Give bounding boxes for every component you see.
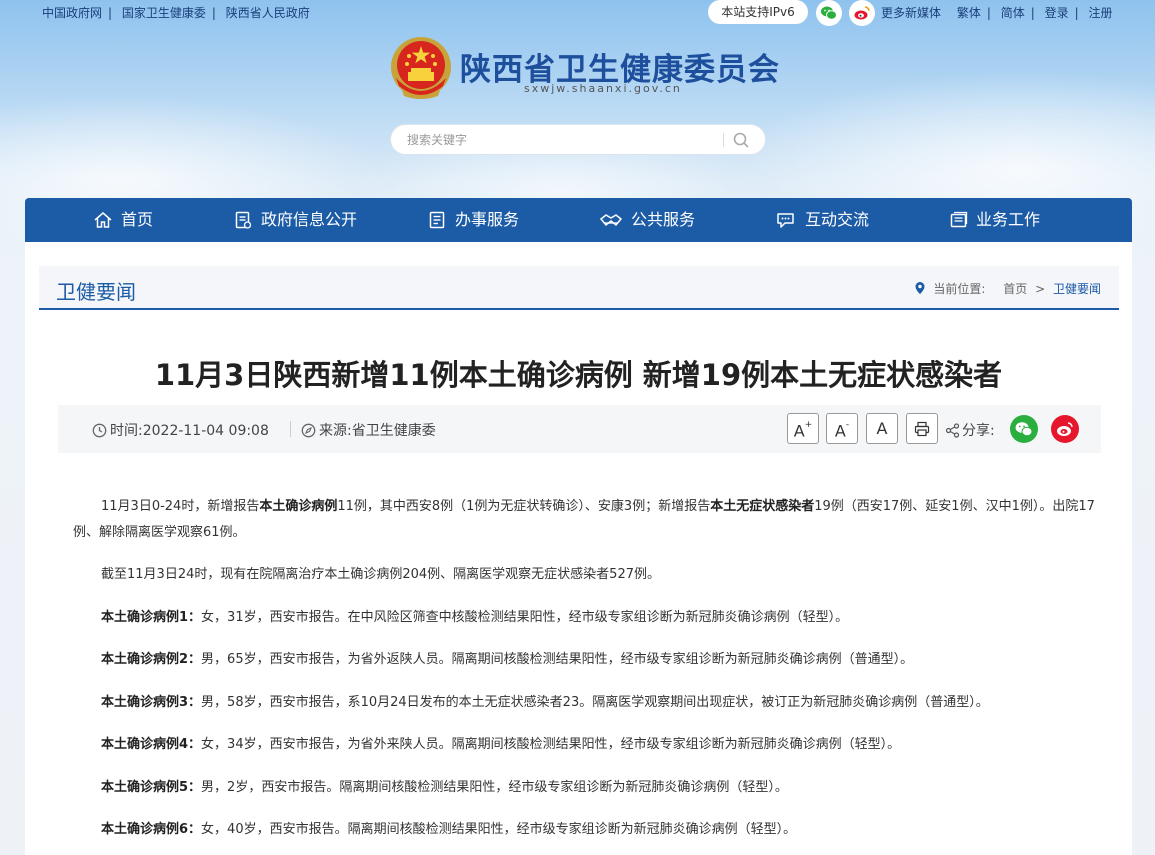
- breadcrumb-prefix: 当前位置:: [933, 282, 986, 296]
- top-bar: 中国政府网 | 国家卫生健康委 | 陕西省人民政府 本站支持IPv6 更多新媒体 繁…: [0, 0, 1155, 26]
- article-paragraph: 本土确诊病例5：男，2岁，西安市报告。隔离期间核酸检测结果阳性，经市级专家组诊断…: [73, 775, 1095, 801]
- font-decrease-button[interactable]: A-: [826, 413, 858, 444]
- article-source: 来源:省卫生健康委: [301, 420, 436, 440]
- weibo-icon: [854, 6, 870, 20]
- nav-label: 公共服务: [631, 210, 696, 229]
- paragraph-bold-text: 本土确诊病例4：: [101, 737, 202, 752]
- nav-label: 互动交流: [805, 210, 870, 229]
- breadcrumb-current[interactable]: 卫健要闻: [1053, 282, 1101, 296]
- source-label: 来源:: [319, 423, 352, 439]
- share-weibo-button[interactable]: [1051, 415, 1079, 443]
- article-paragraph: 本土确诊病例1：女，31岁，西安市报告。在中风险区筛查中核酸检测结果阳性，经市级…: [73, 605, 1095, 631]
- paragraph-text: 男，2岁，西安市报告。隔离期间核酸检测结果阳性，经市级专家组诊断为新冠肺炎确诊病…: [201, 780, 788, 795]
- wechat-top-button[interactable]: [816, 0, 842, 26]
- article-paragraph: 本土确诊病例2：男，65岁，西安市报告，为省外返陕人员。隔离期间核酸检测结果阳性…: [73, 647, 1095, 673]
- time-label: 时间:: [110, 423, 143, 439]
- paragraph-text: 女，34岁，西安市报告，为省外来陕人员。隔离期间核酸检测结果阳性，经市级专家组诊…: [201, 737, 901, 752]
- weibo-top-button[interactable]: [849, 0, 875, 26]
- form-icon: [429, 211, 445, 229]
- link-register[interactable]: 注册: [1089, 6, 1113, 20]
- wechat-icon: [821, 6, 837, 20]
- search-input[interactable]: [407, 131, 707, 149]
- nav-label: 政府信息公开: [261, 210, 358, 229]
- share-label: 分享:: [962, 423, 995, 439]
- print-button[interactable]: [906, 413, 938, 444]
- font-reset-label: A: [876, 419, 888, 438]
- document-list-icon: [235, 211, 252, 229]
- home-icon: [94, 212, 112, 228]
- clock-icon: [92, 423, 107, 438]
- share-area: 分享:: [945, 420, 995, 440]
- site-domain: sxwjw.shaanxi.gov.cn: [524, 82, 682, 95]
- paragraph-text: 女，40岁，西安市报告。隔离期间核酸检测结果阳性，经市级专家组诊断为新冠肺炎确诊…: [201, 822, 797, 837]
- nav-label: 业务工作: [976, 210, 1041, 229]
- font-increase-label: A: [793, 421, 805, 441]
- weibo-icon: [1057, 422, 1073, 436]
- paragraph-bold-text: 本土确诊病例3：: [101, 695, 202, 710]
- top-links: 中国政府网 | 国家卫生健康委 | 陕西省人民政府: [42, 6, 310, 20]
- paragraph-text: 11月3日0-24时，新增报告: [101, 499, 260, 514]
- link-login[interactable]: 登录: [1045, 6, 1069, 20]
- search-divider: [723, 133, 724, 147]
- search-box: [390, 124, 766, 155]
- paragraph-bold-text: 本土无症状感染者: [710, 499, 815, 514]
- printer-icon: [914, 421, 930, 437]
- paragraph-bold-text: 本土确诊病例: [259, 499, 338, 514]
- paragraph-text: 女，31岁，西安市报告。在中风险区筛查中核酸检测结果阳性，经市级专家组诊断为新冠…: [201, 610, 849, 625]
- article-paragraph: 本土确诊病例4：女，34岁，西安市报告，为省外来陕人员。隔离期间核酸检测结果阳性…: [73, 732, 1095, 758]
- briefcase-icon: [950, 211, 968, 228]
- publish-time: 时间:2022-11-04 09:08: [92, 420, 269, 440]
- compass-icon: [301, 423, 316, 438]
- breadcrumb: 当前位置: 首页 > 卫健要闻: [914, 280, 1101, 297]
- share-wechat-button[interactable]: [1010, 415, 1038, 443]
- paragraph-bold-text: 本土确诊病例2：: [101, 652, 202, 667]
- breadcrumb-home[interactable]: 首页: [1003, 282, 1027, 296]
- link-traditional[interactable]: 繁体: [957, 6, 981, 20]
- article-paragraph: 本土确诊病例3：男，58岁，西安市报告，系10月24日发布的本土无症状感染者23…: [73, 690, 1095, 716]
- paragraph-text: 男，65岁，西安市报告，为省外返陕人员。隔离期间核酸检测结果阳性，经市级专家组诊…: [201, 652, 914, 667]
- nav-label: 办事服务: [455, 210, 520, 229]
- chat-icon: [777, 213, 794, 228]
- link-shaanxi-gov[interactable]: 陕西省人民政府: [226, 6, 310, 20]
- paragraph-bold-text: 本土确诊病例6：: [101, 822, 202, 837]
- paragraph-text: 11例，其中西安8例（1例为无症状转确诊）、安康3例；新增报告: [337, 499, 711, 514]
- font-reset-button[interactable]: A: [866, 413, 898, 444]
- ipv6-badge: 本站支持IPv6: [708, 0, 808, 24]
- meta-divider: [290, 421, 291, 437]
- paragraph-bold-text: 本土确诊病例1：: [101, 610, 202, 625]
- breadcrumb-separator: >: [1035, 282, 1046, 296]
- source-value: 省卫生健康委: [351, 423, 436, 439]
- wechat-icon: [1015, 422, 1033, 437]
- search-icon[interactable]: [731, 131, 751, 149]
- link-gov-cn[interactable]: 中国政府网: [42, 6, 102, 20]
- article-paragraph: 截至11月3日24时，现有在院隔离治疗本土确诊病例204例、隔离医学观察无症状感…: [73, 562, 1095, 588]
- font-decrease-label: A: [834, 421, 846, 441]
- content-panel: 卫健要闻 当前位置: 首页 > 卫健要闻 11月3日陕西新增11例本土确诊病例 …: [25, 242, 1132, 855]
- nav-label: 首页: [121, 210, 154, 229]
- main-nav: 首页 政府信息公开 办事服务 公共服务 互动交流 业务工作: [25, 198, 1132, 242]
- link-simplified[interactable]: 简体: [1001, 6, 1025, 20]
- top-right-links: 更多新媒体 繁体 | 简体 | 登录 | 注册: [881, 6, 1113, 20]
- paragraph-bold-text: 本土确诊病例5：: [101, 780, 202, 795]
- section-header: 卫健要闻 当前位置: 首页 > 卫健要闻: [39, 266, 1119, 310]
- national-emblem-icon: [391, 37, 451, 99]
- paragraph-text: 男，58岁，西安市报告，系10月24日发布的本土无症状感染者23。隔离医学观察期…: [201, 695, 989, 710]
- article-paragraph: 本土确诊病例6：女，40岁，西安市报告。隔离期间核酸检测结果阳性，经市级专家组诊…: [73, 817, 1095, 843]
- article-meta-bar: 时间:2022-11-04 09:08 来源:省卫生健康委 A+ A- A 分享…: [58, 405, 1101, 453]
- link-new-media[interactable]: 更多新媒体: [881, 6, 941, 20]
- location-pin-icon: [915, 282, 925, 294]
- time-value: 2022-11-04 09:08: [142, 423, 269, 439]
- font-increase-button[interactable]: A+: [787, 413, 819, 444]
- section-title: 卫健要闻: [56, 280, 136, 304]
- link-nhc[interactable]: 国家卫生健康委: [122, 6, 206, 20]
- handshake-icon: [599, 214, 623, 227]
- article-paragraph: 11月3日0-24时，新增报告本土确诊病例11例，其中西安8例（1例为无症状转确…: [73, 494, 1095, 546]
- share-icon: [945, 423, 960, 438]
- paragraph-text: 截至11月3日24时，现有在院隔离治疗本土确诊病例204例、隔离医学观察无症状感…: [101, 567, 660, 582]
- article-title: 11月3日陕西新增11例本土确诊病例 新增19例本土无症状感染者: [154, 358, 1003, 392]
